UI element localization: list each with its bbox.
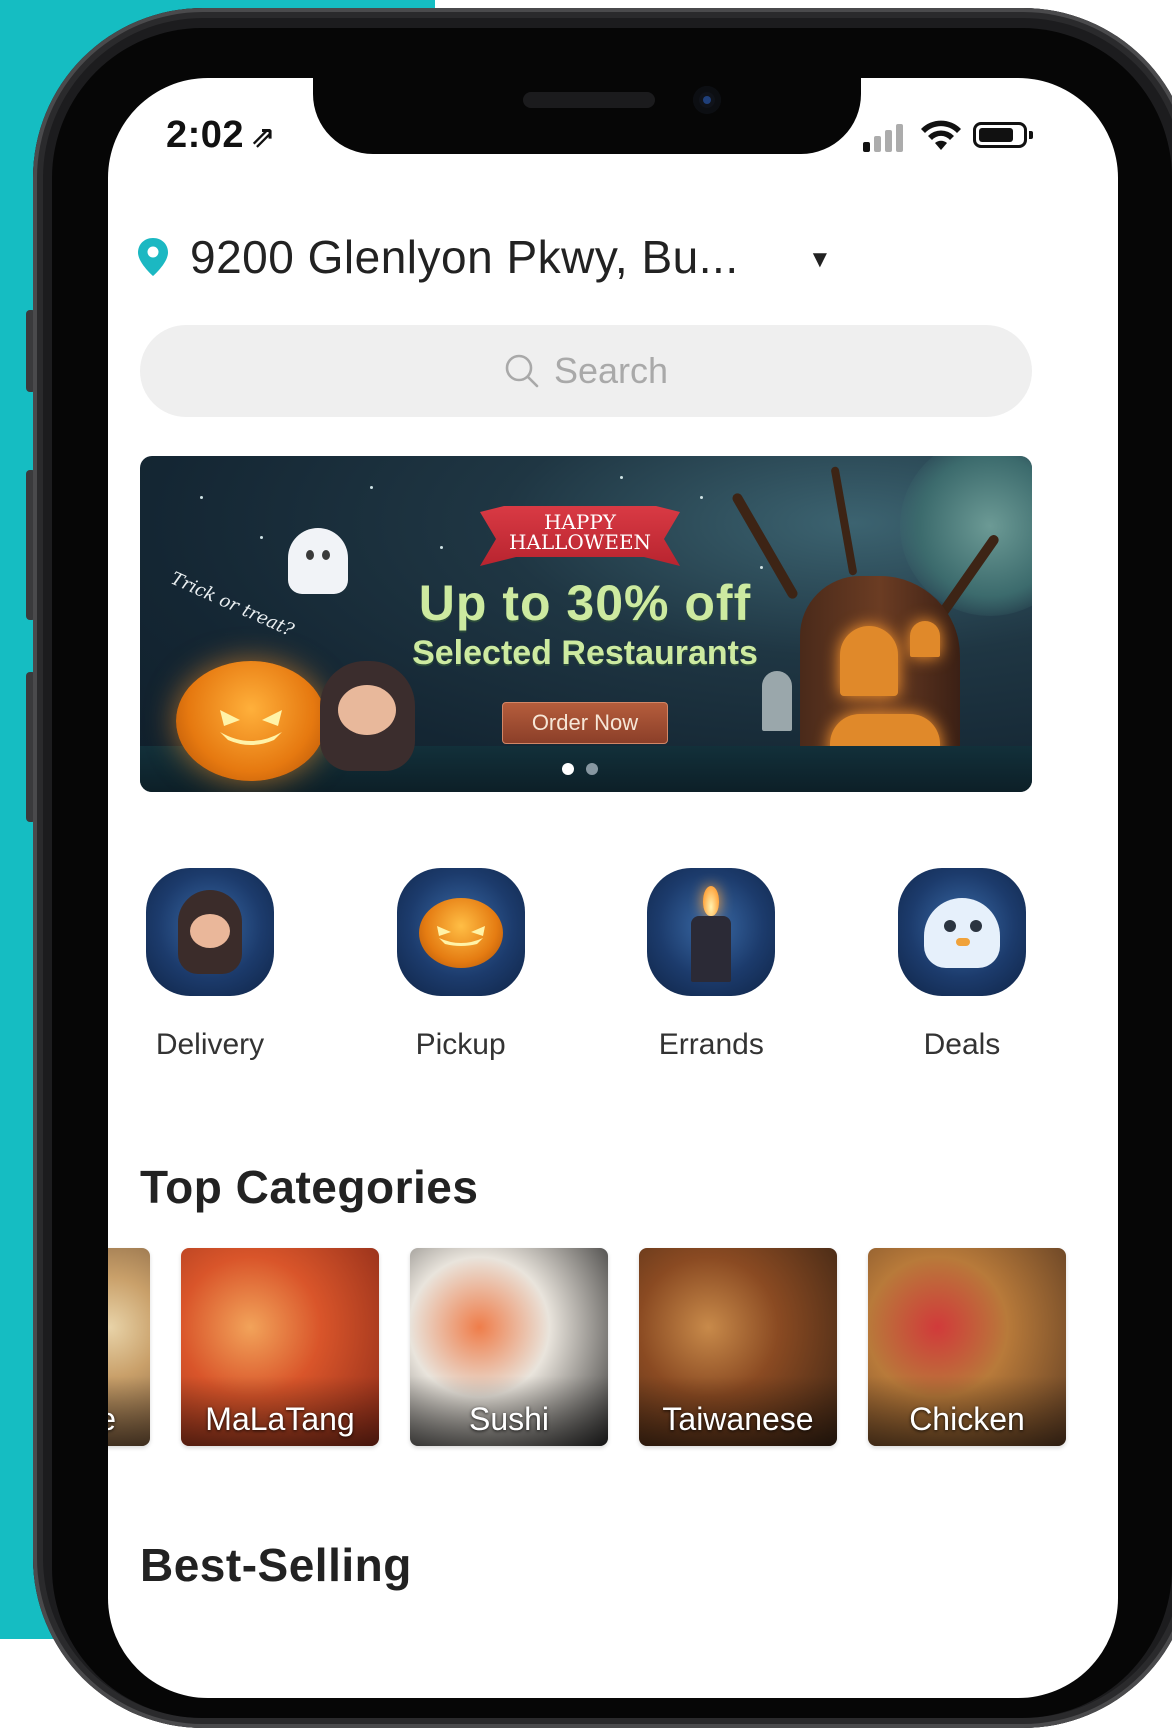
front-camera (693, 86, 721, 114)
service-deals[interactable]: Deals (892, 868, 1032, 1062)
promo-banner[interactable]: Trick or treat? HAPPY HALLOWEEN Up to 30… (140, 456, 1032, 792)
carousel-dot[interactable] (586, 763, 598, 775)
trick-or-treat-text: Trick or treat? (167, 568, 297, 642)
speaker-grille (523, 92, 655, 108)
tree-window (910, 621, 940, 657)
top-categories-heading: Top Categories (140, 1161, 479, 1213)
ghost-body (923, 898, 1000, 968)
jack-o-lantern-graphic (176, 661, 326, 781)
category-card-chicken[interactable]: Chicken (868, 1248, 1066, 1446)
category-card[interactable]: e (108, 1248, 150, 1446)
notch (313, 78, 861, 154)
cellular-signal-icon (863, 122, 907, 152)
ghost-eye (943, 920, 956, 932)
address-text: 9200 Glenlyon Pkwy, Bu... (190, 231, 739, 283)
location-selector[interactable]: 9200 Glenlyon Pkwy, Bu... (138, 230, 739, 284)
category-label: e (108, 1401, 116, 1438)
category-label: Chicken (909, 1401, 1025, 1437)
service-label: Deals (923, 1028, 1001, 1061)
best-selling-heading: Best-Selling (140, 1539, 412, 1591)
service-label: Delivery (155, 1028, 265, 1061)
service-pickup[interactable]: Pickup (391, 868, 531, 1062)
ghost-eye (969, 920, 982, 932)
pumpkin-face (220, 710, 282, 745)
candle-flame (703, 886, 720, 916)
hooded-kid-graphic (320, 661, 415, 771)
status-time: 2:02 ⇗ (166, 114, 276, 157)
happy-halloween-text: HAPPY HALLOWEEN (508, 510, 652, 554)
search-placeholder: Search (553, 350, 669, 391)
phone-screen: 2:02 ⇗ 9200 Glenlyon Pkwy, Bu... ▼ Search (108, 78, 1118, 1698)
banner-subline: Selected Restaurants (412, 634, 758, 672)
pumpkin-icon (396, 868, 525, 996)
location-pin-icon (138, 238, 168, 276)
category-card-taiwanese[interactable]: Taiwanese (639, 1248, 837, 1446)
search-bar[interactable]: Search (140, 325, 1032, 417)
category-label: MaLaTang (205, 1401, 355, 1437)
service-label: Errands (658, 1028, 764, 1061)
candle-icon (647, 868, 776, 996)
chevron-down-icon[interactable]: ▼ (808, 246, 832, 274)
category-carousel[interactable]: e MaLaTang Sushi Taiwanese Chicken (108, 1248, 1066, 1446)
search-icon (505, 354, 539, 388)
tree-branch (830, 466, 858, 576)
service-label: Pickup (415, 1028, 506, 1061)
category-card-sushi[interactable]: Sushi (410, 1248, 608, 1446)
order-now-button[interactable]: Order Now (502, 702, 668, 744)
candle-body (691, 916, 732, 982)
location-arrow-icon: ⇗ (250, 121, 276, 154)
wifi-icon (921, 120, 961, 150)
category-label: Sushi (468, 1401, 550, 1437)
battery-icon (973, 122, 1033, 148)
service-shortcuts: Delivery Pickup Errands Deals (140, 868, 1032, 1062)
ghost-beak (955, 938, 970, 946)
service-delivery[interactable]: Delivery (140, 868, 280, 1062)
gravestone-graphic (762, 671, 792, 731)
kid-face (190, 914, 230, 948)
carousel-dots (562, 763, 598, 775)
category-label: Taiwanese (662, 1401, 814, 1437)
status-time-text: 2:02 (166, 114, 245, 156)
ghost-graphic (288, 528, 348, 594)
pumpkin-face (436, 926, 485, 946)
hooded-kid-icon (146, 868, 274, 996)
service-errands[interactable]: Errands (641, 868, 781, 1062)
tree-window (840, 626, 898, 696)
ghost-bird-icon (897, 868, 1026, 996)
category-card-malatang[interactable]: MaLaTang (181, 1248, 379, 1446)
kid-face (338, 685, 396, 735)
carousel-dot-active[interactable] (562, 763, 574, 775)
banner-headline: Up to 30% off (418, 575, 752, 631)
